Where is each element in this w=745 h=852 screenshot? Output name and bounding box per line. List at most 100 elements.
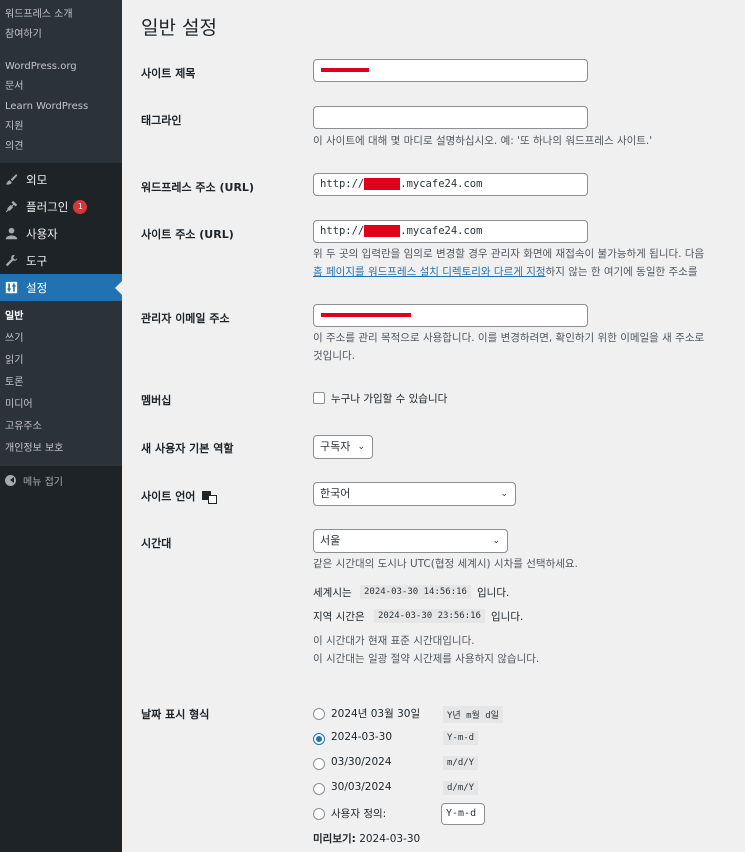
site-language-text: 사이트 언어 (141, 490, 196, 503)
submenu-spacer (0, 49, 122, 57)
menu-tools[interactable]: 도구 (0, 247, 122, 274)
url-suffix: .mycafe24.com (400, 225, 483, 237)
user-icon (4, 227, 18, 241)
date-format-code: d/m/Y (443, 781, 479, 795)
timezone-note: 이 시간대가 현재 표준 시간대입니다. 이 시간대는 일광 절약 시간제를 사… (313, 632, 539, 668)
membership-label: 멤버십 (141, 394, 172, 407)
timezone-note-line: 이 시간대는 일광 절약 시간제를 사용하지 않습니다. (313, 653, 540, 665)
submenu-item-media[interactable]: 미디어 (0, 394, 122, 416)
redaction-mark (364, 178, 401, 190)
settings-icon (4, 281, 18, 295)
tagline-input[interactable] (313, 106, 588, 129)
site-language-select[interactable]: 한국어 ⌄ (313, 482, 516, 506)
submenu-item-general[interactable]: 일반 (0, 306, 122, 328)
admin-email-label: 관리자 이메일 주소 (141, 312, 230, 325)
date-format-option-label: 2024년 03월 30일 (331, 708, 421, 720)
chevron-down-icon: ⌄ (492, 536, 500, 546)
url-prefix: http:// (320, 225, 365, 237)
links-submenu: WordPress.org 문서 Learn WordPress 지원 의견 (0, 57, 122, 163)
home-directory-link[interactable]: 홈 페이지를 워드프레스 설치 디렉토리와 다르게 지정 (313, 266, 546, 278)
timezone-note-line: 이 시간대가 현재 표준 시간대입니다. (313, 635, 475, 647)
date-format-radio-2[interactable] (313, 733, 325, 745)
date-format-option-label: 30/03/2024 (331, 781, 392, 793)
default-role-select[interactable]: 구독자 ⌄ (313, 435, 373, 459)
preview-label: 미리보기: (313, 833, 356, 845)
submenu-item-get-involved[interactable]: 참여하기 (0, 25, 122, 45)
description-line: 위 두 곳의 입력란을 임의로 변경할 경우 관리자 화면에 재접속이 불가능하… (313, 248, 705, 260)
submenu-item-docs[interactable]: 문서 (0, 77, 122, 97)
date-format-radio-4[interactable] (313, 783, 325, 795)
local-time-prefix: 지역 시간은 (313, 611, 365, 623)
timezone-label: 시간대 (141, 537, 172, 550)
redaction-mark (321, 68, 369, 72)
default-role-label: 새 사용자 기본 역할 (141, 442, 234, 455)
date-format-code: m/d/Y (443, 756, 479, 770)
submenu-item-learn[interactable]: Learn WordPress (0, 97, 122, 117)
menu-label: 사용자 (26, 226, 58, 241)
site-address-description: 위 두 곳의 입력란을 임의로 변경할 경우 관리자 화면에 재접속이 불가능하… (313, 245, 704, 281)
submenu-item-wordpress-org[interactable]: WordPress.org (0, 57, 122, 77)
settings-submenu: 일반 쓰기 읽기 토론 미디어 고유주소 개인정보 보호 (0, 301, 122, 466)
menu-appearance[interactable]: 외모 (0, 166, 122, 193)
submenu-item-support[interactable]: 지원 (0, 117, 122, 137)
select-value: 구독자 (320, 440, 351, 453)
membership-checkbox[interactable] (313, 392, 325, 404)
admin-email-description: 이 주소를 관리 목적으로 사용합니다. 이를 변경하려면, 확인하기 위한 이… (313, 329, 704, 365)
admin-sidebar: 워드프레스 소개 참여하기 WordPress.org 문서 Learn Wor… (0, 0, 122, 852)
membership-checkbox-label: 누구나 가입할 수 있습니다 (331, 393, 448, 405)
date-format-option-label: 03/30/2024 (331, 756, 392, 768)
timezone-description: 같은 시간대의 도시나 UTC(협정 세계시) 시차를 선택하세요. (313, 558, 578, 570)
menu-plugins[interactable]: 플러그인 1 (0, 193, 122, 220)
tagline-description: 이 사이트에 대해 몇 마디로 설명하십시오. 예: '또 하나의 워드프레스 … (313, 135, 653, 147)
submenu-item-writing[interactable]: 쓰기 (0, 328, 122, 350)
timezone-select[interactable]: 서울 ⌄ (313, 529, 508, 553)
date-format-radio-1[interactable] (313, 708, 325, 720)
date-format-option-label: 2024-03-30 (331, 731, 393, 743)
submenu-item-discussion[interactable]: 토론 (0, 372, 122, 394)
description-line: 홈 페이지를 워드프레스 설치 디렉토리와 다르게 지정하지 않는 한 여기에 … (313, 263, 704, 281)
date-format-radio-custom[interactable] (313, 808, 325, 820)
description-text: 하지 않는 한 여기에 동일한 주소를 (545, 266, 698, 278)
update-count-badge: 1 (73, 199, 88, 214)
admin-email-input[interactable] (313, 304, 588, 327)
site-address-label: 사이트 주소 (URL) (141, 228, 234, 241)
redaction-mark (364, 225, 401, 237)
menu-settings[interactable]: 설정 (0, 274, 122, 301)
date-format-code: Y년 m월 d일 (443, 706, 503, 723)
submenu-item-about[interactable]: 워드프레스 소개 (0, 5, 122, 25)
date-format-custom-label: 사용자 정의: (331, 808, 387, 820)
local-time-suffix: 입니다. (491, 611, 524, 623)
date-format-custom-input[interactable]: Y-m-d (441, 803, 485, 825)
plugin-icon (4, 200, 18, 214)
local-time-value: 2024-03-30 23:56:16 (374, 609, 485, 623)
description-line: 것입니다. (313, 350, 355, 362)
brush-icon (4, 173, 18, 187)
submenu-item-permalinks[interactable]: 고유주소 (0, 416, 122, 438)
chevron-down-icon: ⌄ (357, 442, 365, 452)
chevron-down-icon: ⌄ (500, 489, 508, 499)
translation-icon (202, 490, 218, 504)
menu-users[interactable]: 사용자 (0, 220, 122, 247)
site-title-input[interactable] (313, 59, 588, 82)
utc-time-suffix: 입니다. (477, 587, 510, 599)
site-address-input[interactable]: http:// .mycafe24.com (313, 220, 588, 243)
date-format-radio-3[interactable] (313, 758, 325, 770)
menu-label: 설정 (26, 280, 48, 295)
url-suffix: .mycafe24.com (400, 178, 483, 190)
submenu-item-privacy[interactable]: 개인정보 보호 (0, 438, 122, 460)
submenu-item-feedback[interactable]: 의견 (0, 137, 122, 157)
menu-label: 외모 (26, 172, 48, 187)
page-title: 일반 설정 (141, 17, 217, 39)
redaction-mark (321, 313, 411, 317)
submenu-item-reading[interactable]: 읽기 (0, 350, 122, 372)
about-submenu: 워드프레스 소개 참여하기 (0, 0, 122, 49)
collapse-menu-button[interactable]: 메뉴 접기 (0, 466, 122, 494)
wp-address-label: 워드프레스 주소 (URL) (141, 181, 254, 194)
settings-content: 일반 설정 사이트 제목 태그라인 이 사이트에 대해 몇 마디로 설명하십시오… (122, 0, 745, 852)
menu-label: 도구 (26, 253, 48, 268)
select-value: 서울 (320, 534, 341, 547)
utc-time-prefix: 세계시는 (313, 587, 352, 599)
wp-address-input[interactable]: http:// .mycafe24.com (313, 173, 588, 196)
collapse-label: 메뉴 접기 (23, 476, 63, 488)
tagline-label: 태그라인 (141, 114, 182, 127)
